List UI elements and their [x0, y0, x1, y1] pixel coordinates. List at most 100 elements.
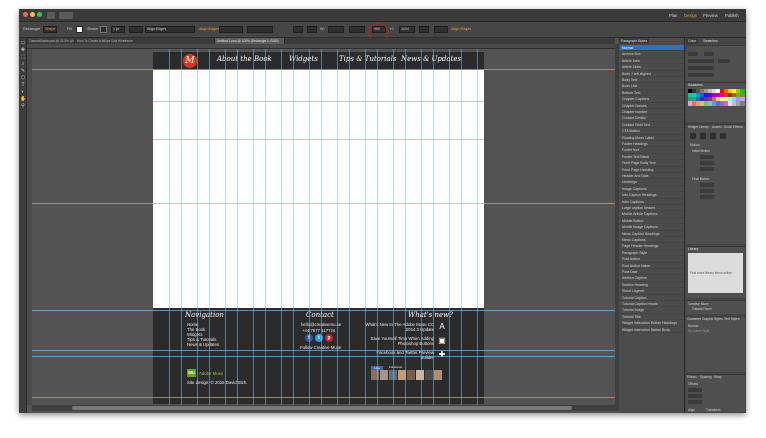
- muse-badge[interactable]: Mu: [187, 369, 196, 377]
- friend-avatar[interactable]: [380, 370, 388, 380]
- stroke-color-swatch[interactable]: [100, 26, 107, 33]
- zoom-tool-icon[interactable]: ⌕: [20, 61, 26, 67]
- fill-color-swatch[interactable]: [76, 26, 83, 33]
- zoom-window-button[interactable]: [37, 12, 42, 17]
- offset-field[interactable]: [688, 400, 702, 404]
- library-hint[interactable]: Find more library items online: [690, 271, 732, 275]
- artboard[interactable]: M About the Book Widgets Tips & Tutorial…: [153, 52, 484, 404]
- workspace-plan[interactable]: Plan: [669, 12, 677, 19]
- corner-radius-input[interactable]: [434, 26, 448, 33]
- contact-email[interactable]: hello@creativemu.se: [301, 322, 341, 327]
- color-swatch[interactable]: [740, 101, 745, 106]
- tab-text-styles[interactable]: Text Styles: [724, 317, 739, 321]
- tutorial-panel-item[interactable]: Tutorial Panel: [692, 307, 712, 311]
- shape-tool-icon[interactable]: ⬡: [20, 75, 26, 81]
- slideshow-icon[interactable]: [720, 133, 726, 139]
- rectangle-tool-icon[interactable]: ▭: [20, 40, 26, 46]
- color-slider[interactable]: [688, 73, 714, 77]
- type-tool-icon[interactable]: T: [20, 82, 26, 88]
- transform-select[interactable]: [247, 26, 273, 33]
- pin-icon[interactable]: [690, 133, 696, 139]
- horizontal-scroll-thumb[interactable]: [72, 406, 572, 410]
- muse-logo[interactable]: M: [183, 54, 197, 68]
- move-tool-icon[interactable]: ✥: [20, 47, 26, 53]
- tab-graphic-styles[interactable]: Graphic Styles: [702, 317, 723, 321]
- x-field[interactable]: [328, 26, 344, 33]
- bridge-icon[interactable]: [47, 12, 55, 19]
- follow-creative-muse[interactable]: Follow Creative Muse: [300, 345, 341, 350]
- color-slider[interactable]: [688, 66, 714, 70]
- offset-field[interactable]: [688, 388, 702, 392]
- arrange-documents-icon[interactable]: [59, 12, 73, 19]
- tab-swatches[interactable]: Swatches: [701, 38, 720, 44]
- tab-effects[interactable]: Effects: [687, 375, 697, 379]
- final-motion-field[interactable]: [700, 183, 714, 187]
- facebook-icon[interactable]: f: [305, 334, 313, 342]
- friend-avatar[interactable]: [371, 370, 379, 380]
- close-window-button[interactable]: [23, 12, 28, 17]
- align-tab[interactable]: Align: [688, 408, 695, 412]
- normal-style[interactable]: Normal: [688, 324, 698, 328]
- height-input[interactable]: 1024: [399, 26, 415, 33]
- workspace-preview[interactable]: Preview: [703, 12, 718, 19]
- twitter-icon[interactable]: t: [315, 334, 323, 342]
- tab-wrap[interactable]: Wrap: [714, 375, 722, 379]
- opacity-icon[interactable]: [710, 133, 716, 139]
- initial-motion-field[interactable]: [700, 155, 714, 159]
- nav-about-the-book[interactable]: About the Book: [217, 55, 272, 63]
- friend-avatar[interactable]: [389, 370, 397, 380]
- minimize-window-button[interactable]: [30, 12, 35, 17]
- initial-motion-field[interactable]: [700, 161, 714, 165]
- motion-icon[interactable]: [700, 133, 706, 139]
- transform-tab[interactable]: Transform: [706, 408, 720, 412]
- stroke-type-select[interactable]: [129, 26, 143, 33]
- shape-mode-select[interactable]: Shape: [43, 26, 57, 33]
- initial-motion-field[interactable]: [700, 167, 714, 171]
- tab-widget-library[interactable]: Widget Library: [688, 125, 709, 129]
- offset-field[interactable]: [688, 394, 702, 398]
- y-field[interactable]: [349, 26, 365, 33]
- friend-avatar[interactable]: [407, 370, 415, 380]
- canvas-area[interactable]: M About the Book Widgets Tips & Tutorial…: [32, 49, 615, 405]
- tab-spacing[interactable]: Spacing: [700, 375, 712, 379]
- tab-assets[interactable]: Assets: [712, 125, 722, 129]
- friend-avatar[interactable]: [425, 370, 433, 380]
- marquee-tool-icon[interactable]: ⬚: [20, 54, 26, 60]
- tab-scroll-effects[interactable]: Scroll Effects: [724, 125, 743, 129]
- fill-control[interactable]: [688, 52, 698, 56]
- stroke-control[interactable]: [704, 52, 714, 56]
- link-dimensions-button[interactable]: [419, 26, 429, 33]
- align-edges-field[interactable]: Align Edges: [145, 26, 195, 33]
- hand-tool-icon[interactable]: ✋: [20, 96, 26, 102]
- paragraph-style-item[interactable]: Widget Instruction Button Body: [620, 327, 684, 333]
- friend-avatar[interactable]: [434, 370, 442, 380]
- nav-tips-tutorials[interactable]: Tips & Tutorials: [339, 55, 396, 63]
- pinterest-icon[interactable]: p: [325, 334, 333, 342]
- workspace-design[interactable]: Design: [684, 12, 697, 19]
- horizontal-scrollbar[interactable]: [32, 405, 615, 411]
- nav-widgets[interactable]: Widgets: [289, 55, 318, 63]
- workspace-publish[interactable]: Publish: [725, 12, 739, 19]
- post-link-muse-update[interactable]: What's New In The Adobe Muse CC 2014.3 U…: [364, 322, 434, 332]
- rgb-field[interactable]: [688, 59, 714, 63]
- path-alignment-button[interactable]: [307, 26, 317, 33]
- dodge-tool-icon[interactable]: ◐: [20, 89, 26, 95]
- final-motion-field[interactable]: [700, 189, 714, 193]
- transform-field[interactable]: [219, 26, 243, 33]
- friend-avatar[interactable]: [398, 370, 406, 380]
- nav-news-updates[interactable]: News & Updates: [401, 55, 461, 63]
- friend-avatar[interactable]: [416, 370, 424, 380]
- creative-muse-item[interactable]: Creative Muse: [688, 302, 709, 306]
- alpha-field[interactable]: [718, 59, 730, 63]
- tab-paragraph-styles[interactable]: Paragraph Styles: [619, 38, 650, 44]
- path-operations-button[interactable]: [293, 26, 303, 33]
- tab-character[interactable]: Character: [687, 317, 701, 321]
- tab-color[interactable]: Color: [686, 38, 699, 44]
- post-link-preview-builder[interactable]: Facebook and Twitter Preview Builder: [364, 350, 434, 360]
- brush-tool-icon[interactable]: ✎: [20, 68, 26, 74]
- final-motion-field[interactable]: [700, 195, 714, 199]
- post-link-photoshop-buttons[interactable]: Save Yourself Time When Adding Photoshop…: [364, 336, 434, 346]
- search-tool-icon[interactable]: ⚲: [20, 103, 26, 109]
- footer-link-news-updates[interactable]: News & Updates: [187, 342, 219, 347]
- stroke-size-input[interactable]: 1 pt: [111, 26, 125, 33]
